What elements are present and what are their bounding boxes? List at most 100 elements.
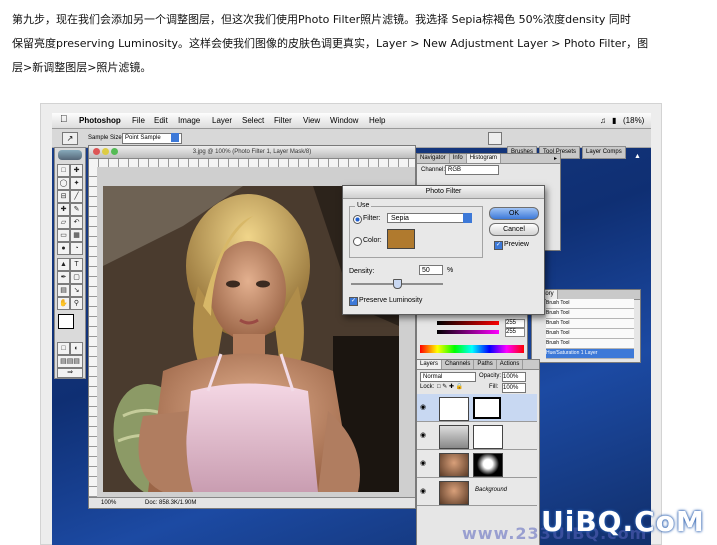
opacity-field[interactable]: 100% [502, 372, 526, 382]
history-item[interactable]: Brush Tool [546, 299, 634, 309]
notes-tool-icon[interactable]: ▤ [57, 284, 70, 297]
eyedropper-tool-icon[interactable]: ↘ [70, 284, 83, 297]
blur-tool-icon[interactable]: ● [57, 242, 70, 255]
color-radio[interactable] [353, 237, 362, 246]
density-slider[interactable] [351, 279, 443, 289]
preserve-luminosity-checkbox[interactable]: ✓ [349, 297, 358, 306]
tab-layers[interactable]: Layers [417, 360, 443, 369]
fill-field[interactable]: 100% [502, 383, 526, 393]
battery-icon[interactable]: ▮ [612, 113, 616, 128]
screen-mode-icon[interactable]: ▤▤▤ [57, 355, 83, 368]
visibility-eye-icon[interactable]: ◉ [420, 459, 426, 467]
visibility-eye-icon[interactable]: ◉ [420, 403, 426, 411]
crop-tool-icon[interactable]: ⊟ [57, 190, 70, 203]
tab-info[interactable]: Info [450, 154, 467, 163]
layer-mask-thumbnail[interactable] [473, 453, 503, 477]
app-menu[interactable]: Photoshop [79, 113, 121, 128]
menu-window[interactable]: Window [330, 113, 358, 128]
density-slider-thumb[interactable] [393, 279, 402, 289]
magic-wand-icon[interactable]: ✦ [70, 177, 83, 190]
green-slider[interactable] [437, 330, 499, 334]
color-value-1[interactable]: 255 [505, 319, 525, 328]
menu-layer[interactable]: Layer [212, 113, 232, 128]
shape-tool-icon[interactable]: ▢ [70, 271, 83, 284]
menu-select[interactable]: Select [242, 113, 264, 128]
preview-checkbox[interactable]: ✓ [494, 241, 503, 250]
dodge-tool-icon[interactable]: ◔ [70, 242, 83, 255]
foreground-color-icon[interactable] [58, 314, 74, 329]
document-titlebar[interactable]: 3.jpg @ 100% (Photo Filter 1, Layer Mask… [89, 146, 415, 159]
lasso-tool-icon[interactable]: ◯ [57, 177, 70, 190]
history-item[interactable]: Brush Tool [546, 319, 634, 329]
select-arrow-icon[interactable] [463, 213, 472, 223]
zoom-level[interactable]: 100% [101, 498, 116, 508]
slice-tool-icon[interactable]: ╱ [70, 190, 83, 203]
filter-radio[interactable] [353, 215, 362, 224]
layer-row-background[interactable]: ◉ Background [417, 478, 537, 506]
well-tab-layer-comps[interactable]: Layer Comps [582, 146, 626, 159]
layer-row-masked-photo[interactable]: ◉ [417, 450, 537, 478]
volume-icon[interactable]: ♫ [600, 113, 606, 128]
quick-mask-off-icon[interactable]: □ [57, 342, 70, 355]
history-item-selected[interactable]: Hue/Saturation 1 Layer [546, 349, 634, 359]
channel-select[interactable]: RGB [445, 165, 499, 175]
hand-tool-icon[interactable]: ✋ [57, 297, 70, 310]
cancel-button[interactable]: Cancel [489, 223, 539, 236]
eyedropper-icon[interactable]: ↗ [62, 132, 78, 145]
tab-channels[interactable]: Channels [442, 360, 475, 369]
healing-brush-icon[interactable]: ✚ [57, 203, 70, 216]
history-brush-icon[interactable]: ↶ [70, 216, 83, 229]
minimize-window-icon[interactable] [102, 148, 109, 155]
blend-mode-select[interactable]: Normal [420, 372, 476, 382]
red-slider[interactable] [437, 321, 499, 325]
tab-actions[interactable]: Actions [497, 360, 524, 369]
history-item[interactable]: Brush Tool [546, 329, 634, 339]
lock-icons[interactable]: □ ✎ ✚ 🔒 [437, 383, 463, 390]
panel-menu-icon[interactable]: ▸ [554, 155, 559, 162]
close-window-icon[interactable] [93, 148, 100, 155]
clone-stamp-icon[interactable]: ▱ [57, 216, 70, 229]
type-tool-icon[interactable]: T [70, 258, 83, 271]
menu-file[interactable]: File [132, 113, 145, 128]
pen-tool-icon[interactable]: ✒ [57, 271, 70, 284]
menu-image[interactable]: Image [178, 113, 200, 128]
photo-thumbnail [439, 481, 469, 505]
gradient-tool-icon[interactable]: ▦ [70, 229, 83, 242]
eraser-tool-icon[interactable]: ▭ [57, 229, 70, 242]
color-spectrum[interactable] [420, 345, 524, 353]
menu-filter[interactable]: Filter [274, 113, 292, 128]
file-browser-icon[interactable] [488, 132, 502, 145]
color-value-2[interactable]: 255 [505, 328, 525, 337]
tab-navigator[interactable]: Navigator [417, 154, 450, 163]
tab-histogram[interactable]: Histogram [466, 154, 502, 163]
visibility-eye-icon[interactable]: ◉ [420, 431, 426, 439]
history-item[interactable]: Brush Tool [546, 339, 634, 349]
menu-view[interactable]: View [303, 113, 320, 128]
menu-edit[interactable]: Edit [154, 113, 168, 128]
select-arrow-icon[interactable] [171, 133, 179, 142]
menu-help[interactable]: Help [369, 113, 385, 128]
ok-button[interactable]: OK [489, 207, 539, 220]
history-item[interactable]: Brush Tool [546, 309, 634, 319]
density-field[interactable]: 50 [419, 265, 443, 275]
visibility-eye-icon[interactable]: ◉ [420, 487, 426, 495]
color-swatch[interactable] [387, 229, 415, 249]
move-tool-icon[interactable]: ✚ [70, 164, 83, 177]
tab-paths[interactable]: Paths [474, 360, 497, 369]
filter-select[interactable]: Sepia [387, 213, 471, 223]
zoom-tool-icon[interactable]: ⚲ [70, 297, 83, 310]
brush-tool-icon[interactable]: ✎ [70, 203, 83, 216]
marquee-tool-icon[interactable]: □ [57, 164, 70, 177]
apple-icon[interactable]:  [60, 113, 68, 127]
layer-mask-thumbnail[interactable] [473, 425, 503, 449]
layer-row-hue-saturation[interactable]: ◉ [417, 422, 537, 450]
path-select-icon[interactable]: ▲ [57, 258, 70, 271]
doc-size-info[interactable]: Doc: 858.3K/1.90M [145, 498, 196, 508]
panel-collapse-icon[interactable]: ▲ [634, 153, 641, 160]
layer-mask-thumbnail[interactable] [473, 397, 501, 419]
quick-mask-on-icon[interactable]: ◐ [70, 342, 83, 355]
zoom-window-icon[interactable] [111, 148, 118, 155]
article-line-2: 保留亮度preserving Luminosity。这样会使我们图像的皮肤色调更… [12, 37, 649, 50]
jump-to-imageready-icon[interactable]: ⇒ [57, 368, 83, 378]
layer-row-photo-filter[interactable]: ◉ [417, 394, 537, 422]
